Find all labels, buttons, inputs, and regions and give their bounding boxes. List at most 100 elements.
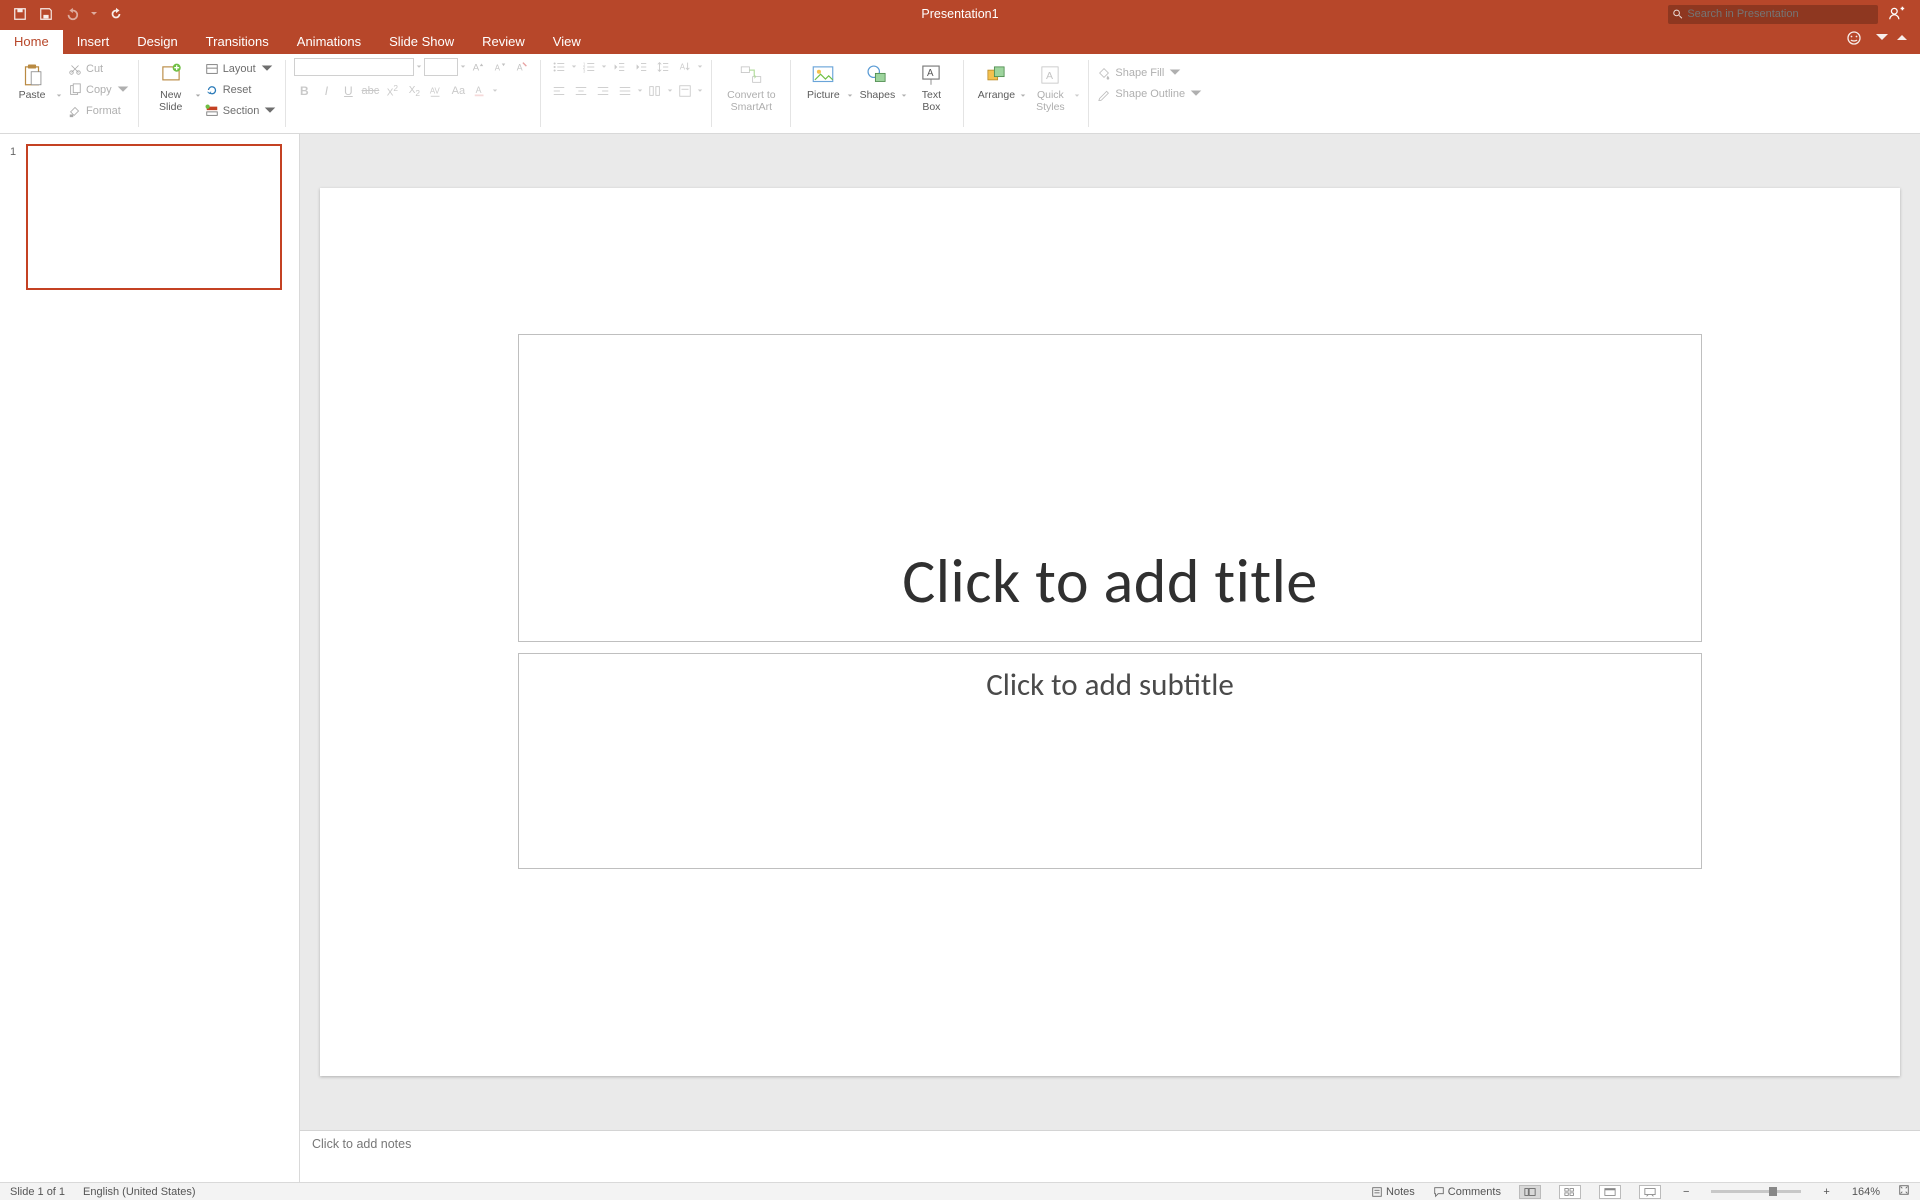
thumbnail-1[interactable]: 1: [10, 144, 291, 290]
shapes-caret-icon[interactable]: [901, 90, 907, 102]
sorter-view-button[interactable]: [1559, 1185, 1581, 1199]
bullets-icon[interactable]: [549, 58, 569, 76]
justify-caret-icon[interactable]: [637, 85, 643, 97]
shape-outline-button[interactable]: Shape Outline: [1097, 85, 1203, 103]
font-family-caret-icon[interactable]: [416, 61, 422, 73]
svg-text:A: A: [680, 63, 686, 72]
text-direction-icon[interactable]: A: [675, 58, 695, 76]
shrink-font-icon[interactable]: A: [490, 58, 510, 76]
zoom-slider[interactable]: [1711, 1190, 1801, 1193]
collapse-ribbon-icon[interactable]: [1894, 30, 1910, 51]
underline-icon[interactable]: U: [338, 82, 358, 100]
font-size-selector[interactable]: [424, 58, 458, 76]
copy-button[interactable]: Copy: [68, 81, 130, 99]
thumbnail-image[interactable]: [26, 144, 282, 290]
normal-view-button[interactable]: [1519, 1185, 1541, 1199]
grow-font-icon[interactable]: A: [468, 58, 488, 76]
repeat-icon[interactable]: [108, 6, 124, 22]
numbering-caret-icon[interactable]: [601, 61, 607, 73]
justify-icon[interactable]: [615, 82, 635, 100]
share-icon[interactable]: [1888, 4, 1906, 25]
font-size-caret-icon[interactable]: [460, 61, 466, 73]
increase-indent-icon[interactable]: [631, 58, 651, 76]
title-placeholder[interactable]: Click to add title: [518, 334, 1702, 642]
tab-insert[interactable]: Insert: [63, 30, 124, 54]
new-slide-button[interactable]: New Slide: [147, 58, 195, 113]
format-painter-button[interactable]: Format: [68, 102, 130, 120]
section-button[interactable]: Section: [205, 102, 278, 120]
reading-view-button[interactable]: [1599, 1185, 1621, 1199]
tab-design[interactable]: Design: [123, 30, 191, 54]
undo-icon[interactable]: [64, 6, 80, 22]
comments-toggle[interactable]: Comments: [1433, 1186, 1501, 1198]
columns-caret-icon[interactable]: [667, 85, 673, 97]
feedback-caret-icon[interactable]: [1874, 30, 1882, 51]
text-box-button[interactable]: A Text Box: [907, 58, 955, 113]
font-color-icon[interactable]: A: [470, 82, 490, 100]
align-center-icon[interactable]: [571, 82, 591, 100]
paste-button[interactable]: Paste: [8, 58, 56, 102]
autosave-icon[interactable]: [12, 6, 28, 22]
superscript-icon[interactable]: X2: [382, 82, 402, 100]
shapes-button[interactable]: Shapes: [853, 58, 901, 102]
line-spacing-icon[interactable]: [653, 58, 673, 76]
language-indicator[interactable]: English (United States): [83, 1186, 196, 1198]
quick-styles-caret-icon[interactable]: [1074, 90, 1080, 102]
canvas-viewport[interactable]: Click to add title Click to add subtitle: [300, 134, 1920, 1130]
zoom-slider-thumb[interactable]: [1769, 1187, 1777, 1196]
slide-thumbnail-panel[interactable]: 1: [0, 134, 300, 1182]
feedback-icon[interactable]: [1846, 30, 1862, 51]
save-icon[interactable]: [38, 6, 54, 22]
clear-formatting-icon[interactable]: A: [512, 58, 532, 76]
tab-transitions[interactable]: Transitions: [192, 30, 283, 54]
align-text-caret-icon[interactable]: [697, 85, 703, 97]
strikethrough-icon[interactable]: abc: [360, 82, 380, 100]
text-direction-caret-icon[interactable]: [697, 61, 703, 73]
tab-animations[interactable]: Animations: [283, 30, 375, 54]
italic-icon[interactable]: I: [316, 82, 336, 100]
search-input[interactable]: [1683, 8, 1874, 20]
zoom-out-button[interactable]: −: [1679, 1186, 1693, 1198]
columns-icon[interactable]: [645, 82, 665, 100]
slideshow-view-button[interactable]: [1639, 1185, 1661, 1199]
fit-to-window-button[interactable]: [1898, 1184, 1910, 1199]
numbering-icon[interactable]: 123: [579, 58, 599, 76]
tab-slideshow[interactable]: Slide Show: [375, 30, 468, 54]
search-field[interactable]: [1668, 5, 1878, 24]
align-left-icon[interactable]: [549, 82, 569, 100]
font-family-selector[interactable]: [294, 58, 414, 76]
reset-button[interactable]: Reset: [205, 81, 278, 99]
section-icon: [205, 104, 219, 118]
slide-canvas[interactable]: Click to add title Click to add subtitle: [320, 188, 1900, 1076]
subscript-icon[interactable]: X2: [404, 82, 424, 100]
new-slide-dropdown-icon[interactable]: [195, 90, 201, 102]
arrange-button[interactable]: Arrange: [972, 58, 1020, 102]
align-text-icon[interactable]: [675, 82, 695, 100]
subtitle-placeholder[interactable]: Click to add subtitle: [518, 653, 1702, 869]
zoom-in-button[interactable]: +: [1819, 1186, 1833, 1198]
cut-button[interactable]: Cut: [68, 60, 130, 78]
notes-pane[interactable]: Click to add notes: [300, 1130, 1920, 1182]
bold-icon[interactable]: B: [294, 82, 314, 100]
tab-home[interactable]: Home: [0, 30, 63, 54]
align-right-icon[interactable]: [593, 82, 613, 100]
notes-toggle[interactable]: Notes: [1371, 1186, 1415, 1198]
decrease-indent-icon[interactable]: [609, 58, 629, 76]
zoom-level[interactable]: 164%: [1852, 1186, 1880, 1198]
quick-styles-button[interactable]: A Quick Styles: [1026, 58, 1074, 113]
change-case-icon[interactable]: Aa: [448, 82, 468, 100]
layout-button[interactable]: Layout: [205, 60, 278, 78]
convert-smartart-button[interactable]: Convert to SmartArt: [720, 58, 782, 113]
bullets-caret-icon[interactable]: [571, 61, 577, 73]
svg-text:3: 3: [583, 68, 586, 73]
tab-view[interactable]: View: [539, 30, 595, 54]
picture-button[interactable]: Picture: [799, 58, 847, 102]
paste-dropdown-icon[interactable]: [56, 90, 62, 102]
shape-fill-button[interactable]: Shape Fill: [1097, 64, 1203, 82]
slide-indicator[interactable]: Slide 1 of 1: [10, 1186, 65, 1198]
character-spacing-icon[interactable]: AV: [426, 82, 446, 100]
picture-caret-icon[interactable]: [847, 90, 853, 102]
tab-review[interactable]: Review: [468, 30, 539, 54]
undo-dropdown-icon[interactable]: [90, 6, 98, 22]
font-color-caret-icon[interactable]: [492, 85, 498, 97]
